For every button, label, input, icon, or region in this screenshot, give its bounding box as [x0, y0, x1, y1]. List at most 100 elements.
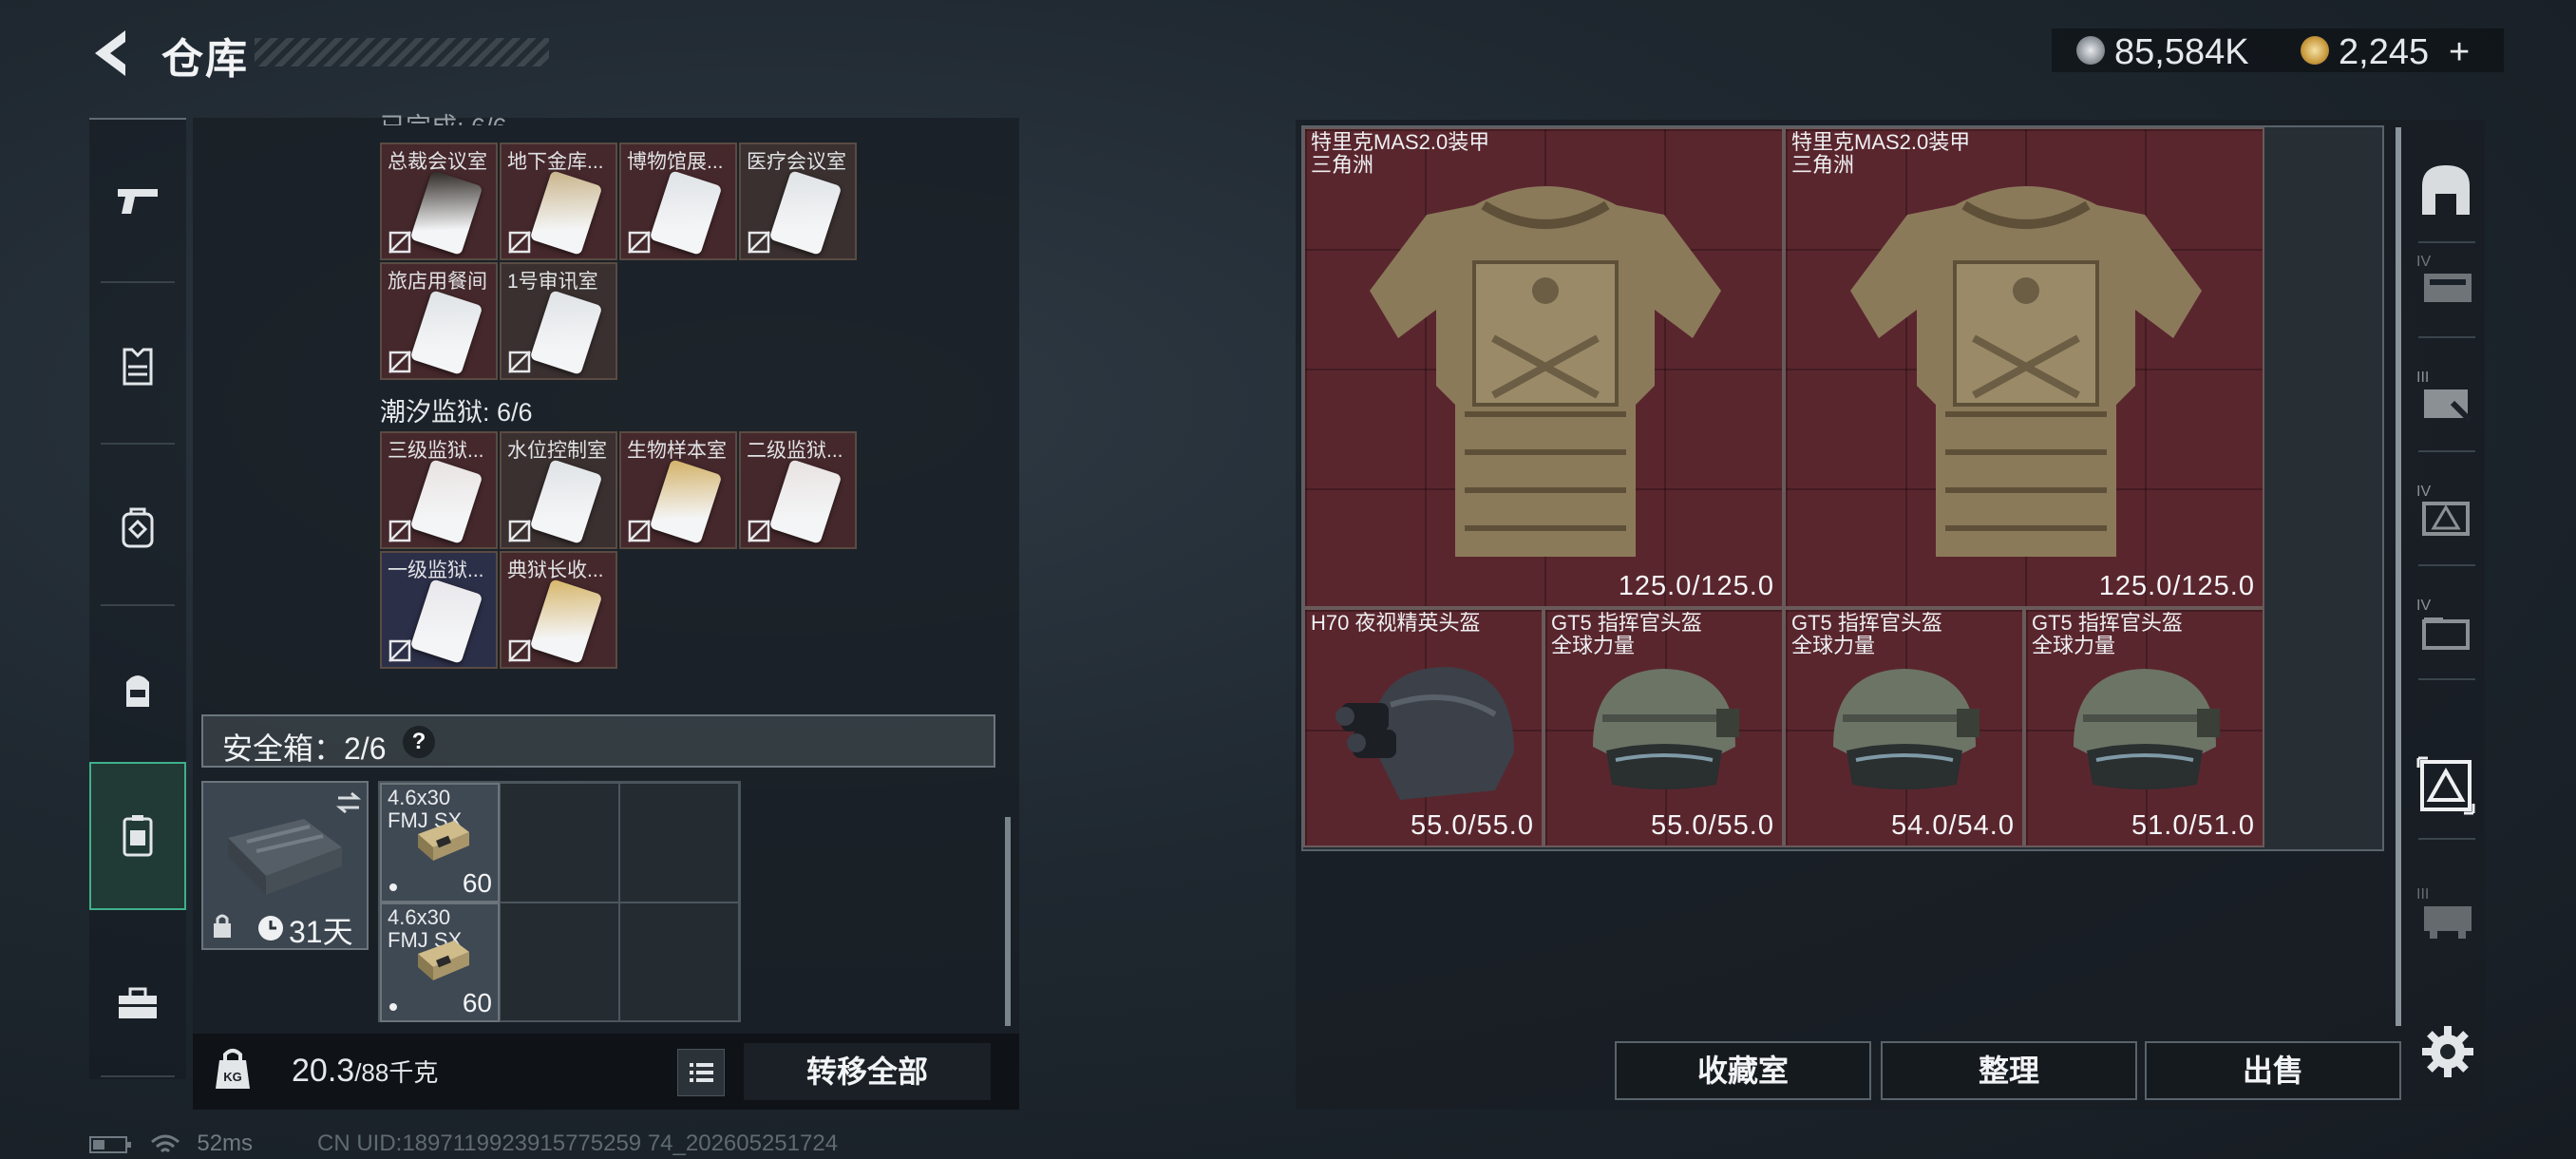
armor-item[interactable]: 特里克MAS2.0装甲 三角洲 125.0/125.0 — [1303, 127, 1784, 608]
keycard-item[interactable]: 地下金库... — [500, 142, 617, 260]
no-trade-icon — [388, 351, 411, 373]
dome-icon — [2422, 165, 2470, 215]
commander-helmet-icon — [1833, 669, 1979, 789]
stash-level-icon: III — [2416, 370, 2472, 423]
nav-chest-rig[interactable] — [89, 614, 186, 766]
page-title: 仓库 — [161, 36, 249, 83]
nav-backpack[interactable] — [89, 452, 186, 604]
no-trade-icon — [628, 520, 651, 542]
back-button[interactable] — [87, 27, 135, 80]
add-currency-button[interactable]: + — [2449, 32, 2470, 73]
no-trade-icon — [628, 231, 651, 254]
help-icon[interactable]: ? — [403, 726, 435, 758]
stash-triangle-icon — [2416, 756, 2475, 815]
armor-item[interactable]: 特里克MAS2.0装甲 三角洲 125.0/125.0 — [1784, 127, 2264, 608]
helmet-item[interactable]: GT5 指挥官头盔 全球力量 55.0/55.0 — [1544, 608, 1784, 847]
stash-tab-iv-2[interactable]: IV — [2415, 479, 2477, 545]
sell-button[interactable]: 出售 — [2145, 1041, 2401, 1100]
safe-box-header: 安全箱：2/6 ? — [201, 714, 995, 768]
keycard-icon — [649, 459, 723, 544]
no-trade-icon — [508, 639, 531, 662]
safe-box-item[interactable]: 31天 — [201, 781, 369, 950]
ammo-item[interactable]: 4.6x30 FMJ SX 60 — [380, 783, 500, 902]
keycard-icon — [529, 579, 603, 664]
svg-text:IV: IV — [2416, 254, 2431, 270]
stash-level-icon: III — [2416, 886, 2472, 939]
stash-scrollbar[interactable] — [2396, 127, 2401, 1026]
keycard-name: 二级监狱... — [747, 440, 843, 462]
keycard-item[interactable]: 二级监狱... — [739, 431, 857, 549]
keycard-item[interactable]: 旅店用餐间 — [380, 262, 498, 380]
keycard-item[interactable]: 一级监狱... — [380, 551, 498, 669]
keycard-icon — [529, 170, 603, 256]
backpack-icon — [122, 507, 154, 548]
keycard-item[interactable]: 生物样本室 — [619, 431, 737, 549]
keycard-item[interactable]: 1号审讯室 — [500, 262, 617, 380]
svg-text:III: III — [2416, 886, 2429, 902]
item-subtitle: 全球力量 — [1791, 634, 1876, 657]
title-decoration — [255, 38, 549, 66]
ammo-item[interactable]: 4.6x30 FMJ SX 60 — [380, 902, 500, 1022]
item-durability: 55.0/55.0 — [1651, 810, 1774, 841]
item-durability: 125.0/125.0 — [2098, 571, 2255, 601]
item-name: GT5 指挥官头盔 — [2032, 611, 2183, 635]
safe-box-days: 31天 — [289, 915, 353, 949]
rig-icon — [126, 675, 149, 707]
helmet-item[interactable]: GT5 指挥官头盔 全球力量 54.0/54.0 — [1784, 608, 2024, 847]
item-durability: 51.0/51.0 — [2131, 810, 2255, 841]
stash-tab-iv-1[interactable]: IV — [2415, 249, 2477, 315]
keycard-item[interactable]: 水位控制室 — [500, 431, 617, 549]
left-scrollbar[interactable] — [1005, 817, 1011, 1026]
nav-safe-box[interactable] — [89, 762, 186, 910]
helmet-item[interactable]: H70 夜视精英头盔 55.0/55.0 — [1303, 608, 1544, 847]
keycard-icon — [409, 579, 483, 664]
list-view-button[interactable] — [677, 1049, 725, 1096]
ammo-box-icon — [418, 940, 469, 980]
transfer-all-button[interactable]: 转移全部 — [744, 1043, 991, 1100]
item-subtitle: 全球力量 — [2032, 634, 2116, 657]
item-durability: 54.0/54.0 — [1891, 810, 2015, 841]
ping-text: 52ms — [197, 1130, 254, 1156]
keycard-icon — [409, 170, 483, 256]
item-subtitle: 全球力量 — [1551, 634, 1636, 657]
commander-helmet-icon — [2074, 669, 2220, 789]
back-arrow-icon — [95, 30, 125, 76]
lock-icon — [214, 914, 231, 938]
keycard-name: 地下金库... — [507, 151, 604, 173]
stash-tab-iii-1[interactable]: III — [2415, 365, 2477, 431]
nav-armor[interactable] — [89, 291, 186, 443]
keycard-name: 典狱长收... — [507, 560, 604, 581]
keycard-item[interactable]: 医疗会议室 — [739, 142, 857, 260]
keycard-item[interactable]: 总裁会议室 — [380, 142, 498, 260]
settings-button[interactable] — [2418, 1022, 2477, 1081]
clock-icon — [258, 916, 283, 940]
stash-tabs: IV III IV IV III — [2407, 120, 2485, 994]
toolbox-icon — [119, 987, 157, 1018]
no-trade-icon — [748, 231, 770, 254]
collection-room-button[interactable]: 收藏室 — [1615, 1041, 1871, 1100]
no-trade-icon — [388, 231, 411, 254]
weight-icon: KG — [216, 1049, 250, 1089]
helmet-item[interactable]: GT5 指挥官头盔 全球力量 51.0/51.0 — [2024, 608, 2264, 847]
silver-amount: 85,584K — [2114, 32, 2249, 72]
keycard-name: 医疗会议室 — [747, 151, 846, 173]
keycard-item[interactable]: 博物馆展... — [619, 142, 737, 260]
keycard-icon — [768, 170, 843, 256]
keycard-name: 旅店用餐间 — [388, 271, 487, 293]
nav-weapons[interactable] — [89, 129, 186, 272]
keycard-icon — [649, 170, 723, 256]
safe-case-icon — [228, 819, 342, 895]
keycard-item[interactable]: 典狱长收... — [500, 551, 617, 669]
stash-tab-main[interactable] — [2415, 158, 2477, 224]
nav-tools[interactable] — [89, 927, 186, 1079]
stash-tab-iv-3[interactable]: IV — [2415, 593, 2477, 659]
stash-tab-iii-2[interactable]: III — [2415, 882, 2477, 948]
silver-coin-icon — [2076, 36, 2105, 65]
stash-tab-active[interactable] — [2415, 752, 2477, 819]
keycard-item[interactable]: 三级监狱... — [380, 431, 498, 549]
keycard-icon — [409, 459, 483, 544]
svg-text:KG: KG — [223, 1070, 242, 1084]
ammo-dot-icon — [389, 884, 397, 891]
organize-button[interactable]: 整理 — [1881, 1041, 2137, 1100]
uid-text: CN UID:1897119923915775259 74_2026052517… — [317, 1130, 839, 1156]
